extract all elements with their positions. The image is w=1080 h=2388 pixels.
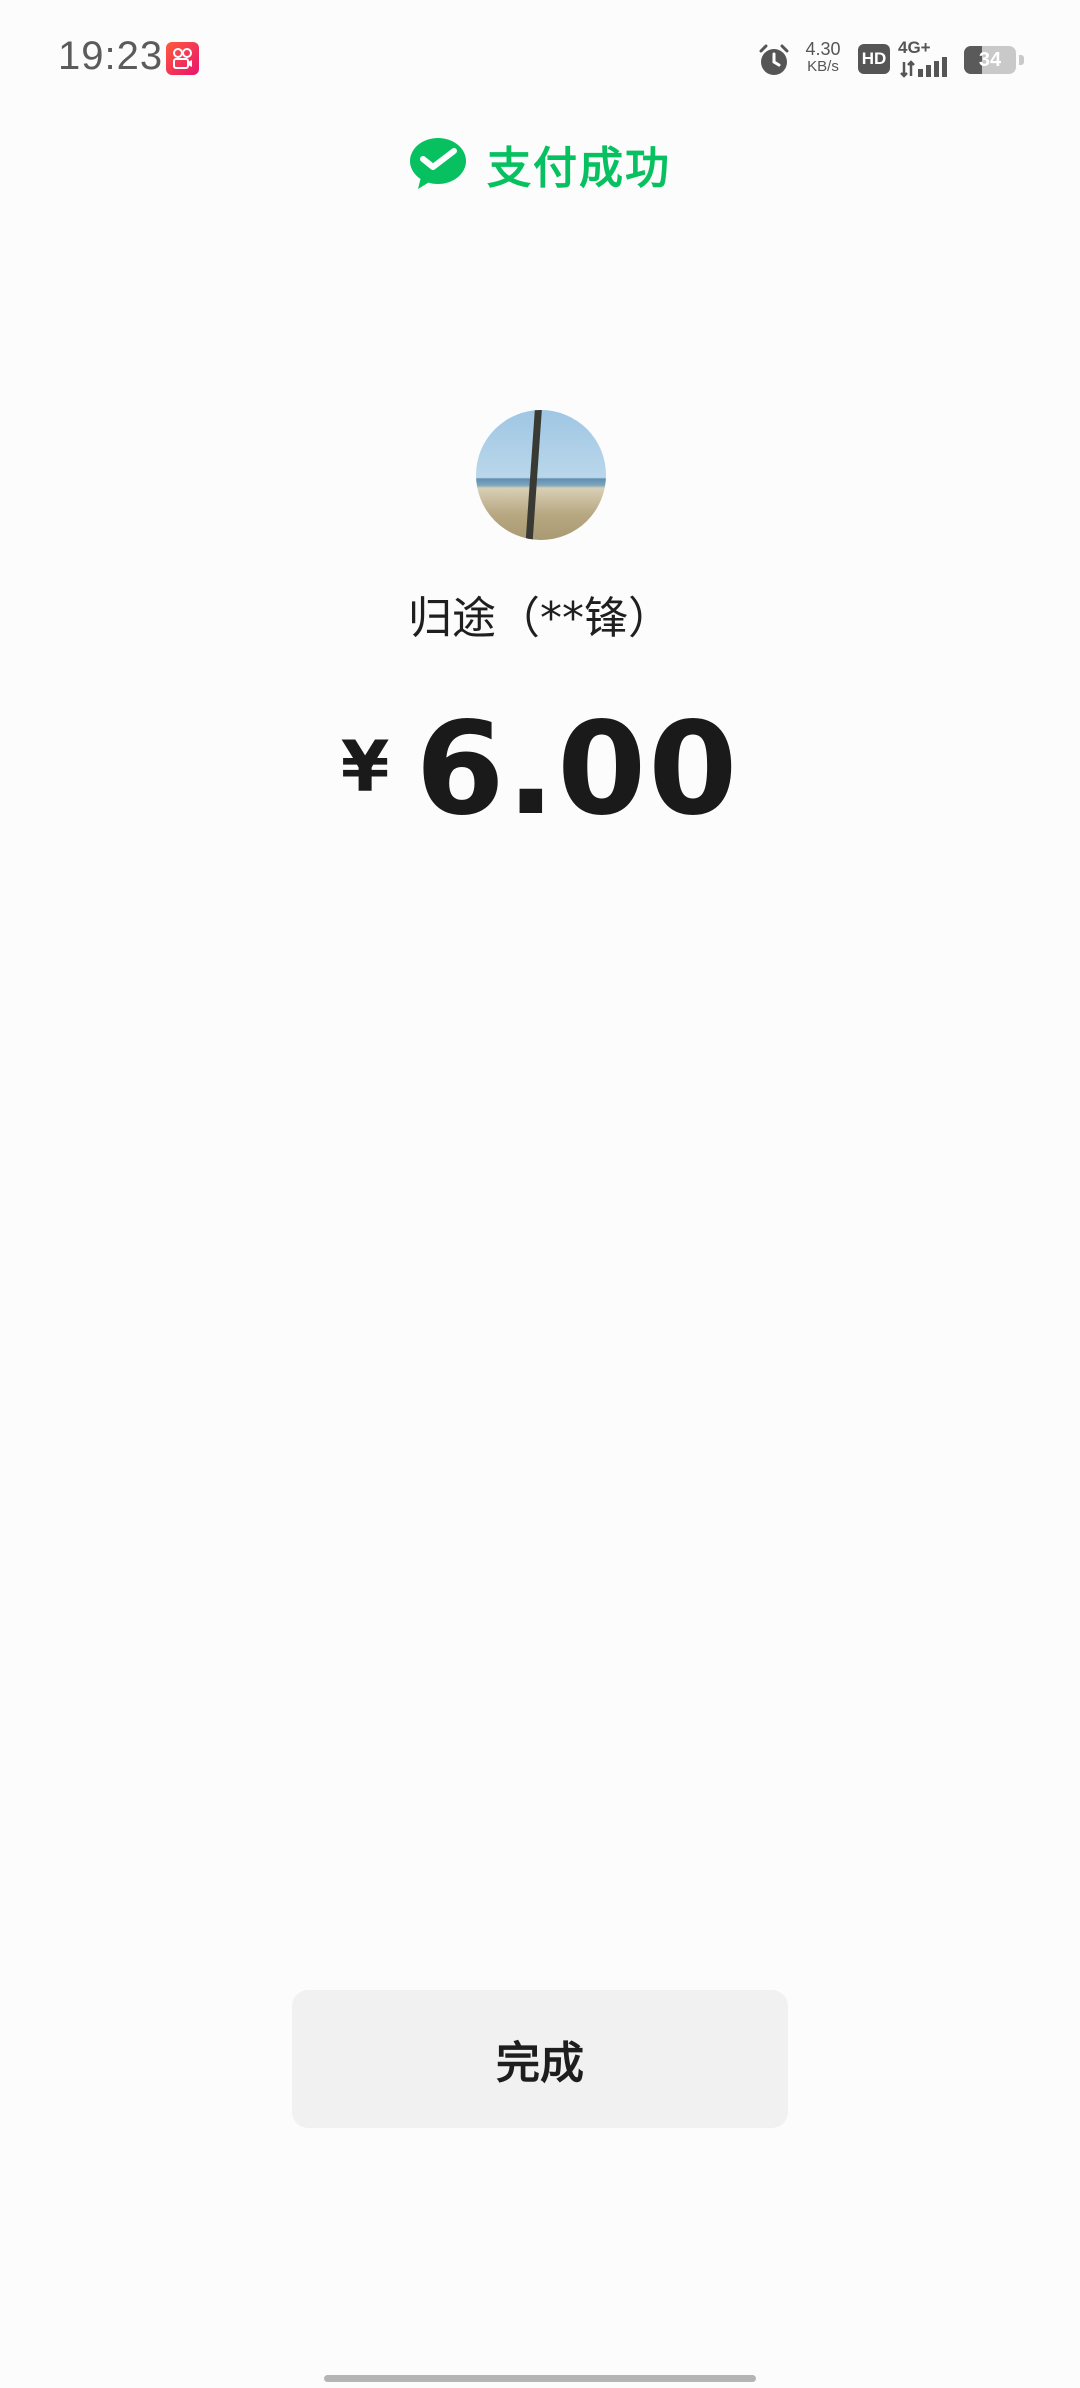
app-notification-icon <box>166 42 199 75</box>
wechat-pay-icon <box>409 137 467 191</box>
page-title: 支付成功 <box>487 143 671 194</box>
network-speed: 4.30 KB/s <box>800 40 846 74</box>
payee-avatar <box>476 410 606 540</box>
done-button[interactable]: 完成 <box>292 1990 788 2128</box>
payee-name: 归途（**锋） <box>408 593 672 644</box>
alarm-icon <box>756 42 792 78</box>
amount-value: 6.00 <box>415 695 740 844</box>
payment-amount: ¥ 6.00 <box>0 695 1080 844</box>
network-speed-unit: KB/s <box>807 58 839 75</box>
payment-success-header: 支付成功 <box>0 132 1080 196</box>
status-time: 19:23 <box>58 34 164 78</box>
battery-level: 34 <box>978 49 1002 71</box>
battery-icon: 34 <box>964 46 1024 74</box>
payment-success-screen: 19:23 4.30 KB/s HD 4G+ 34 支付成功 归途（**锋） ¥… <box>0 0 1080 2388</box>
signal-icon: 4G+ <box>898 38 950 80</box>
network-speed-value: 4.30 <box>805 39 841 59</box>
home-indicator[interactable] <box>324 2375 756 2382</box>
status-bar: 19:23 4.30 KB/s HD 4G+ 34 <box>0 0 1080 120</box>
hd-icon: HD <box>858 44 890 74</box>
currency-symbol: ¥ <box>340 726 390 808</box>
